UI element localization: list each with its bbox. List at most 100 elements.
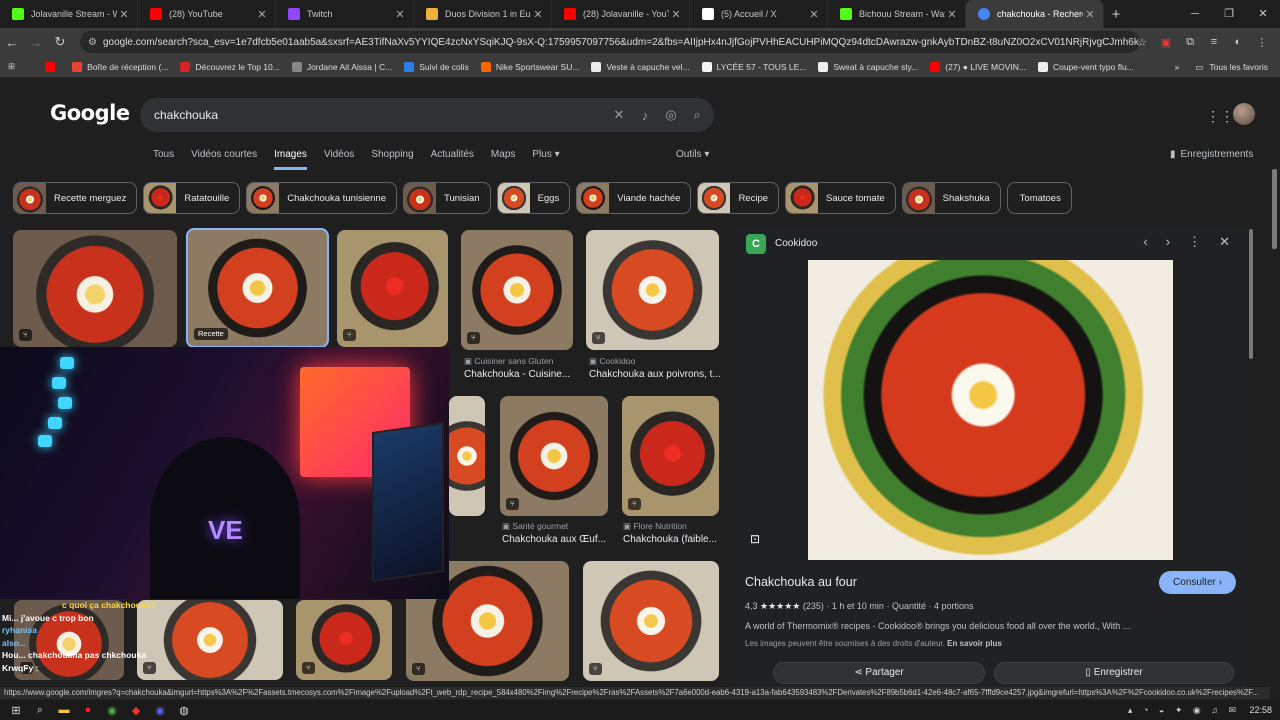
close-tab-icon[interactable]: ✕ — [531, 8, 545, 21]
image-result[interactable] — [449, 396, 485, 516]
lens-search-icon[interactable]: ⊡ — [750, 532, 760, 546]
image-result[interactable]: ⑂ — [13, 230, 177, 347]
microphone-icon[interactable]: ♪ — [638, 108, 652, 123]
extension-icon[interactable]: ▣ — [1158, 36, 1174, 49]
windows-start-icon[interactable]: ⊞ — [4, 704, 28, 717]
tab-short-videos[interactable]: Vidéos courtes — [191, 149, 257, 170]
close-window-icon[interactable]: ✕ — [1246, 0, 1280, 28]
google-apps-icon[interactable]: ⋮⋮ — [1206, 108, 1234, 125]
tab-images[interactable]: Images — [274, 149, 307, 170]
bookmark-item[interactable]: Nike Sportswear SU... — [480, 61, 579, 72]
media-icon[interactable]: ≡ — [1206, 36, 1222, 48]
image-result[interactable]: ⑂ — [500, 396, 608, 516]
chevron-left-icon[interactable]: ‹ — [1143, 234, 1147, 250]
close-tab-icon[interactable]: ✕ — [669, 8, 683, 21]
avatar[interactable] — [1233, 103, 1255, 125]
visit-button[interactable]: Consulter › — [1159, 571, 1236, 594]
page-scrollbar[interactable] — [1272, 169, 1277, 249]
menu-icon[interactable]: ⋮ — [1254, 36, 1270, 49]
search-input[interactable]: chakchouka ✕ ♪ ◎ ⌕ — [140, 98, 714, 132]
panel-scrollbar[interactable] — [1249, 229, 1253, 359]
preview-source[interactable]: Cookidoo — [775, 238, 817, 249]
search-icon[interactable]: ⌕ — [28, 704, 52, 717]
bookmark-item[interactable]: Jordane Ait Aissa | C... — [291, 61, 392, 72]
bookmark-item[interactable]: Suivi de colis — [404, 61, 469, 72]
chip[interactable]: Sauce tomate — [785, 182, 896, 214]
browser-tab[interactable]: Jolavanille Stream - Watch✕ — [0, 0, 138, 28]
browser-tab[interactable]: Duos Division 1 in Europe✕ — [414, 0, 552, 28]
tab-maps[interactable]: Maps — [491, 149, 515, 170]
close-tab-icon[interactable]: ✕ — [393, 8, 407, 21]
opera-icon[interactable]: ● — [76, 704, 100, 716]
close-tab-icon[interactable]: ✕ — [255, 8, 269, 21]
browser-tab[interactable]: Twitch ✕ — [276, 0, 414, 28]
all-bookmarks[interactable]: » ▭ Tous les favoris — [1168, 56, 1268, 77]
preview-image[interactable] — [808, 260, 1173, 560]
obs-icon[interactable]: ◍ — [172, 704, 196, 717]
search-icon[interactable]: ⌕ — [690, 107, 704, 123]
bookmark-item[interactable] — [45, 61, 60, 72]
browser-tab[interactable]: Bichouu Stream - Watch Li✕ — [828, 0, 966, 28]
image-result[interactable]: ⑂ — [586, 230, 719, 350]
tab-more[interactable]: Plus ▾ — [532, 149, 559, 170]
close-tab-icon[interactable]: ✕ — [117, 8, 131, 21]
bookmark-item[interactable]: LYCÉE 57 - TOUS LE... — [701, 61, 806, 72]
tab-videos[interactable]: Vidéos — [324, 149, 354, 170]
chip[interactable]: Ratatouille — [143, 182, 241, 214]
image-result[interactable]: ⑂ — [622, 396, 719, 516]
chevron-right-icon[interactable]: › — [1166, 234, 1170, 250]
image-result[interactable]: ⑂ — [461, 230, 573, 350]
chip[interactable]: Recette merguez — [13, 182, 138, 214]
extensions-puzzle-icon[interactable]: ⧉ — [1182, 36, 1198, 49]
app-icon[interactable]: ◆ — [124, 704, 148, 717]
back-icon[interactable]: ← — [0, 35, 24, 50]
result-title[interactable]: Chakchouka (faible... — [623, 534, 717, 545]
apps-grid-icon[interactable]: ⊞ — [8, 61, 15, 72]
image-result-selected[interactable]: Recette — [186, 228, 329, 348]
bookmark-star-icon[interactable]: ☆ — [1134, 36, 1150, 49]
tab-shopping[interactable]: Shopping — [371, 149, 413, 170]
site-info-icon[interactable]: ⚙ — [88, 37, 97, 48]
reload-icon[interactable]: ↻ — [48, 34, 72, 50]
chip[interactable]: Eggs — [496, 182, 571, 214]
close-tab-icon[interactable]: ✕ — [1083, 8, 1097, 21]
browser-tab[interactable]: (5) Accueil / X ✕ — [690, 0, 828, 28]
close-tab-icon[interactable]: ✕ — [807, 8, 821, 21]
browser-tab[interactable]: (28) YouTube ✕ — [138, 0, 276, 28]
preview-title[interactable]: Chakchouka au four — [745, 575, 857, 589]
tools-button[interactable]: Outils ▾ — [676, 149, 709, 160]
clear-icon[interactable]: ✕ — [612, 107, 626, 123]
google-logo[interactable]: Google — [50, 101, 130, 125]
close-tab-icon[interactable]: ✕ — [945, 8, 959, 21]
address-bar[interactable]: ⚙ google.com/search?sca_esv=1e7dfcb5e01a… — [80, 31, 1140, 53]
browser-tab-active[interactable]: chakchouka - Recherche G✕ — [966, 0, 1104, 28]
chip[interactable]: Shakshuka — [901, 182, 1001, 214]
image-result[interactable]: ⑂ — [337, 230, 448, 347]
minimize-icon[interactable]: ─ — [1178, 0, 1212, 28]
chip[interactable]: Tunisian — [403, 182, 491, 214]
result-title[interactable]: Chakchouka - Cuisine... — [464, 369, 570, 380]
tab-all[interactable]: Tous — [153, 149, 174, 170]
chip[interactable]: Viande hachée — [576, 182, 692, 214]
chip[interactable]: Recipe — [697, 182, 780, 214]
tab-news[interactable]: Actualités — [431, 149, 474, 170]
saved-button[interactable]: ▮ Enregistrements — [1170, 149, 1253, 160]
lens-icon[interactable]: ◎ — [664, 107, 678, 123]
chip[interactable]: Tomatoes — [1006, 182, 1072, 214]
browser-tab[interactable]: (28) Jolavanille - YouTube✕ — [552, 0, 690, 28]
save-button[interactable]: ▯ Enregistrer — [994, 662, 1234, 684]
bookmark-item[interactable]: Veste à capuche vel... — [591, 61, 690, 72]
new-tab-button[interactable]: + — [1104, 6, 1128, 23]
discord-icon[interactable]: ◉ — [148, 704, 172, 717]
share-button[interactable]: ⋖ Partager — [773, 662, 985, 684]
chip[interactable]: Chakchouka tunisienne — [246, 182, 397, 214]
file-explorer-icon[interactable]: ▬ — [52, 704, 76, 716]
result-title[interactable]: Chakchouka aux Œuf... — [502, 534, 606, 545]
chrome-icon[interactable]: ◉ — [100, 704, 124, 717]
result-title[interactable]: Chakchouka aux poivrons, t... — [589, 369, 721, 380]
close-icon[interactable]: ✕ — [1219, 234, 1230, 250]
image-result[interactable]: ⑂ — [583, 561, 719, 681]
bookmark-item[interactable]: Boîte de réception (... — [72, 61, 168, 72]
forward-icon[interactable]: → — [24, 35, 48, 50]
more-options-icon[interactable]: ⋮ — [1188, 234, 1201, 250]
